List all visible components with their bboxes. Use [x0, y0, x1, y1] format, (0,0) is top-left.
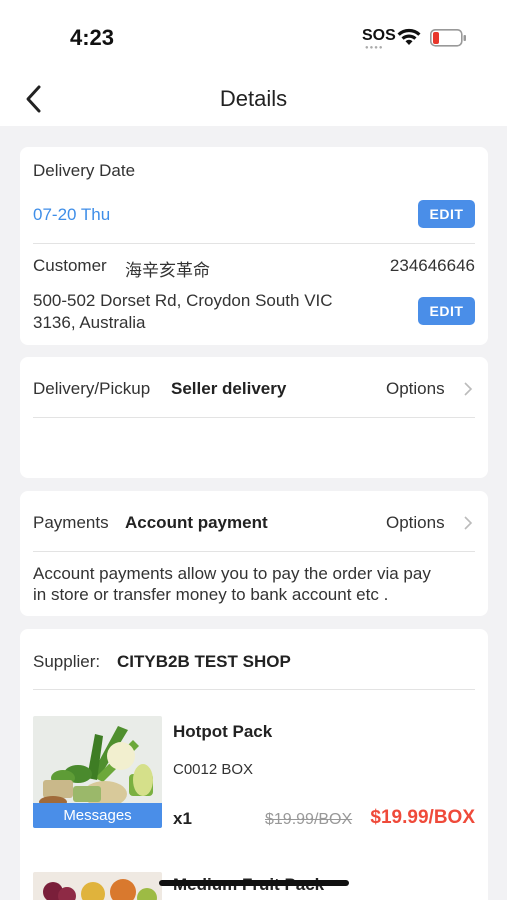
delivery-pickup-label: Delivery/Pickup	[33, 379, 151, 398]
customer-label: Customer	[33, 256, 107, 275]
battery-icon	[430, 29, 466, 47]
address-line-1: 500-502 Dorset Rd, Croydon South VIC	[33, 291, 333, 310]
product-quantity: x1	[173, 809, 192, 828]
sos-indicator: SOS	[362, 27, 396, 44]
product-code: C0012 BOX	[173, 761, 254, 778]
status-time: 4:23	[70, 25, 115, 50]
delivery-pickup-value: Seller delivery	[171, 379, 287, 398]
page-title: Details	[219, 86, 288, 111]
delivery-date-label: Delivery Date	[33, 161, 136, 180]
supplier-label: Supplier:	[33, 652, 101, 671]
customer-name: 海辛亥革命	[125, 261, 210, 280]
delivery-options-link[interactable]: Options	[386, 379, 445, 399]
payments-label: Payments	[33, 513, 109, 532]
supplier-card: Supplier: CITYB2B TEST SHOP Messages Hot…	[20, 629, 488, 900]
original-price: $19.99/BOX	[265, 811, 353, 828]
address-line-2: 3136, Australia	[33, 313, 146, 332]
customer-phone: 234646646	[389, 256, 475, 275]
divider	[33, 689, 475, 690]
edit-date-button[interactable]: EDIT	[418, 200, 475, 228]
supplier-name: CITYB2B TEST SHOP	[117, 652, 291, 671]
chevron-right-icon	[464, 382, 473, 396]
payment-description-line-2: in store or transfer money to bank accou…	[33, 585, 389, 604]
product-price: $19.99/BOX	[370, 807, 475, 828]
messages-button[interactable]: Messages	[33, 803, 162, 828]
status-bar: 4:23 SOS ●●●●	[0, 0, 507, 70]
delivery-method-card: Delivery/Pickup Seller delivery Options	[20, 357, 488, 478]
nav-bar: Details	[0, 70, 507, 126]
payment-method-value: Account payment	[125, 513, 268, 532]
delivery-date-value[interactable]: 07-20 Thu	[33, 205, 110, 225]
divider	[33, 551, 475, 552]
wifi-icon	[397, 28, 421, 45]
product-image[interactable]	[33, 872, 162, 900]
divider	[33, 417, 475, 418]
payment-card: Payments Account payment Options Account…	[20, 491, 488, 616]
chevron-right-icon	[464, 516, 473, 530]
signal-dots-icon: ●●●●	[365, 45, 384, 51]
home-indicator	[159, 880, 349, 886]
fruit-image	[33, 872, 162, 900]
product-image[interactable]: Messages	[33, 716, 162, 828]
product-name[interactable]: Hotpot Pack	[173, 722, 272, 742]
edit-address-button[interactable]: EDIT	[418, 297, 475, 325]
delivery-info-card: Delivery Date 07-20 Thu EDIT Customer 海辛…	[20, 147, 488, 345]
payment-description-line-1: Account payments allow you to pay the or…	[33, 564, 431, 583]
divider	[33, 243, 475, 244]
payment-options-link[interactable]: Options	[386, 513, 445, 533]
